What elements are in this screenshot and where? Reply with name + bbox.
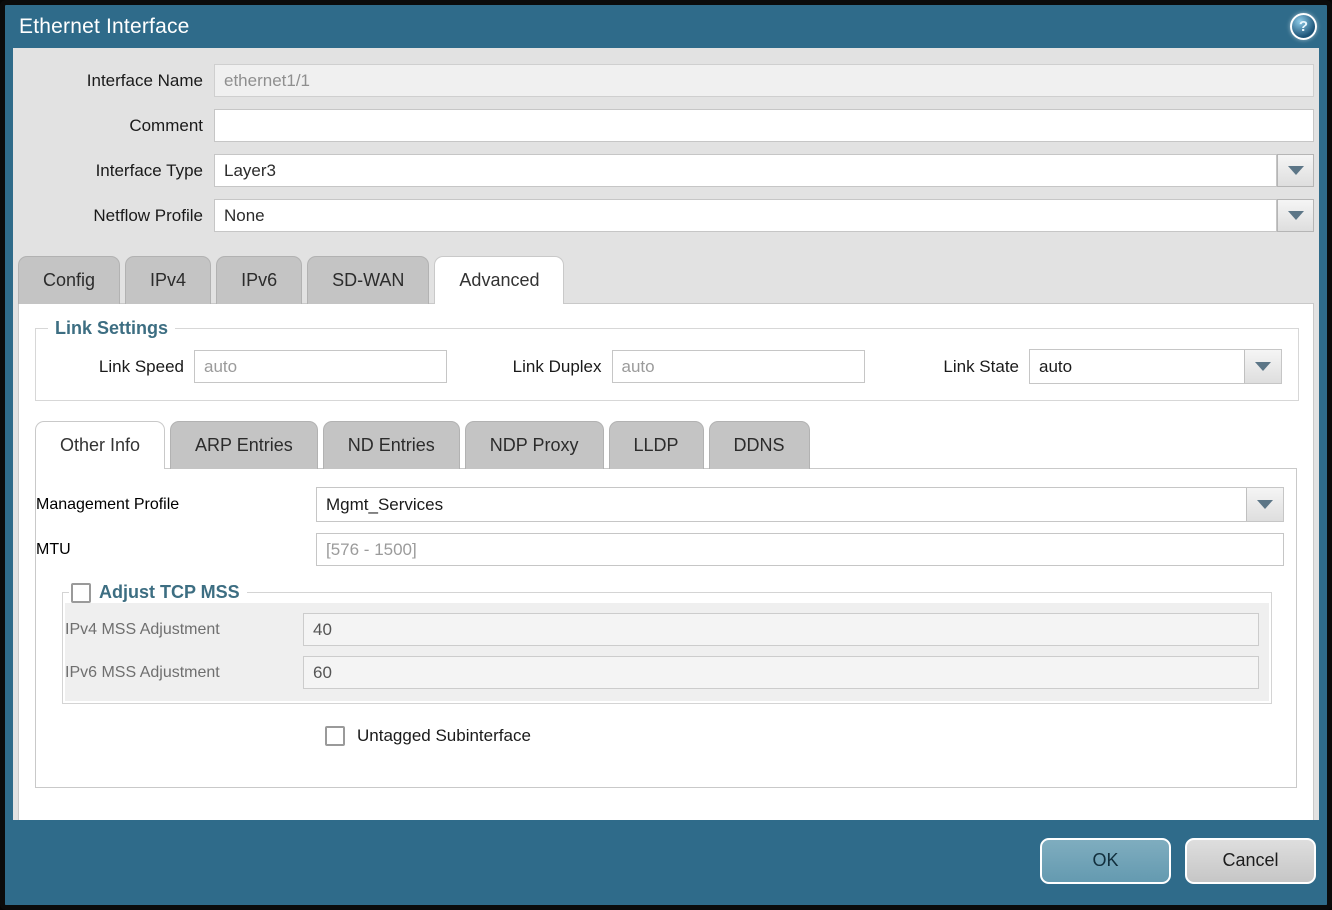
comment-label: Comment xyxy=(18,116,214,136)
link-settings-legend: Link Settings xyxy=(48,318,175,339)
link-state-select[interactable]: auto xyxy=(1029,349,1282,384)
netflow-profile-label: Netflow Profile xyxy=(18,206,214,226)
netflow-profile-field[interactable] xyxy=(214,199,1277,232)
ipv4-mss-row: IPv4 MSS Adjustment xyxy=(65,613,1259,646)
link-speed-label: Link Speed xyxy=(36,357,194,377)
ok-button[interactable]: OK xyxy=(1040,838,1171,884)
sub-tabstrip: Other Info ARP Entries ND Entries NDP Pr… xyxy=(19,401,1313,469)
link-settings-fieldset: Link Settings Link Speed Link Duplex Lin… xyxy=(35,318,1299,401)
tab-ipv6[interactable]: IPv6 xyxy=(216,256,302,304)
link-settings-row: Link Speed Link Duplex Link State auto xyxy=(36,349,1298,384)
comment-field[interactable] xyxy=(214,109,1314,142)
ipv4-mss-label: IPv4 MSS Adjustment xyxy=(65,621,303,639)
mtu-label: MTU xyxy=(36,541,316,559)
interface-type-combo xyxy=(214,154,1314,187)
management-profile-row: Management Profile Mgmt_Services xyxy=(36,487,1284,522)
tab-arp-entries[interactable]: ARP Entries xyxy=(170,421,318,469)
comment-row: Comment xyxy=(18,109,1314,142)
management-profile-label: Management Profile xyxy=(36,496,316,514)
dialog-body: Interface Name Comment Interface Type Ne… xyxy=(13,48,1319,820)
tab-nd-entries[interactable]: ND Entries xyxy=(323,421,460,469)
untagged-subinterface-row: Untagged Subinterface xyxy=(325,726,1284,746)
tab-ipv4[interactable]: IPv4 xyxy=(125,256,211,304)
adjust-tcp-mss-legend: Adjust TCP MSS xyxy=(69,582,247,603)
chevron-down-icon xyxy=(1288,211,1304,220)
untagged-subinterface-checkbox[interactable] xyxy=(325,726,345,746)
management-profile-value: Mgmt_Services xyxy=(317,488,1246,521)
adjust-tcp-mss-fieldset: Adjust TCP MSS IPv4 MSS Adjustment IPv6 … xyxy=(62,582,1272,704)
tab-advanced[interactable]: Advanced xyxy=(434,256,564,304)
dialog-footer: OK Cancel xyxy=(0,820,1332,905)
advanced-tab-panel: Link Settings Link Speed Link Duplex Lin… xyxy=(18,303,1314,820)
dialog-title: Ethernet Interface xyxy=(19,15,190,39)
main-tabstrip: Config IPv4 IPv6 SD-WAN Advanced xyxy=(13,244,1319,304)
management-profile-select[interactable]: Mgmt_Services xyxy=(316,487,1284,522)
chevron-down-icon xyxy=(1255,362,1271,371)
link-speed-field[interactable] xyxy=(194,350,447,383)
mss-disabled-area: IPv4 MSS Adjustment IPv6 MSS Adjustment xyxy=(65,603,1269,701)
interface-type-label: Interface Type xyxy=(18,161,214,181)
tab-lldp[interactable]: LLDP xyxy=(609,421,704,469)
chevron-down-icon xyxy=(1288,166,1304,175)
tab-config[interactable]: Config xyxy=(18,256,120,304)
ipv6-mss-field xyxy=(303,656,1259,689)
mtu-field[interactable] xyxy=(316,533,1284,566)
link-state-dropdown-button[interactable] xyxy=(1244,350,1281,383)
mtu-row: MTU xyxy=(36,533,1284,566)
adjust-tcp-mss-label: Adjust TCP MSS xyxy=(99,582,240,603)
interface-name-field xyxy=(214,64,1314,97)
link-duplex-field[interactable] xyxy=(612,350,865,383)
management-profile-dropdown-button[interactable] xyxy=(1246,488,1283,521)
netflow-profile-combo xyxy=(214,199,1314,232)
interface-type-dropdown-button[interactable] xyxy=(1277,154,1314,187)
top-form: Interface Name Comment Interface Type Ne… xyxy=(13,48,1319,244)
link-state-label: Link State xyxy=(879,357,1029,377)
ipv4-mss-field xyxy=(303,613,1259,646)
ipv6-mss-row: IPv6 MSS Adjustment xyxy=(65,656,1259,689)
interface-type-row: Interface Type xyxy=(18,154,1314,187)
dialog-titlebar: Ethernet Interface ? xyxy=(5,5,1327,48)
interface-name-label: Interface Name xyxy=(18,71,214,91)
cancel-button[interactable]: Cancel xyxy=(1185,838,1316,884)
netflow-profile-dropdown-button[interactable] xyxy=(1277,199,1314,232)
tab-ddns[interactable]: DDNS xyxy=(709,421,810,469)
ethernet-interface-dialog: Ethernet Interface ? Interface Name Comm… xyxy=(0,0,1332,910)
tab-ndp-proxy[interactable]: NDP Proxy xyxy=(465,421,604,469)
interface-name-row: Interface Name xyxy=(18,64,1314,97)
chevron-down-icon xyxy=(1257,500,1273,509)
tab-other-info[interactable]: Other Info xyxy=(35,421,165,469)
tab-sd-wan[interactable]: SD-WAN xyxy=(307,256,429,304)
link-duplex-label: Link Duplex xyxy=(462,357,612,377)
help-icon[interactable]: ? xyxy=(1290,13,1317,40)
link-state-value: auto xyxy=(1030,350,1244,383)
other-info-panel: Management Profile Mgmt_Services MTU xyxy=(35,468,1297,788)
adjust-tcp-mss-checkbox[interactable] xyxy=(71,583,91,603)
netflow-profile-row: Netflow Profile xyxy=(18,199,1314,232)
ipv6-mss-label: IPv6 MSS Adjustment xyxy=(65,664,303,682)
interface-type-field[interactable] xyxy=(214,154,1277,187)
untagged-subinterface-label: Untagged Subinterface xyxy=(357,726,531,746)
